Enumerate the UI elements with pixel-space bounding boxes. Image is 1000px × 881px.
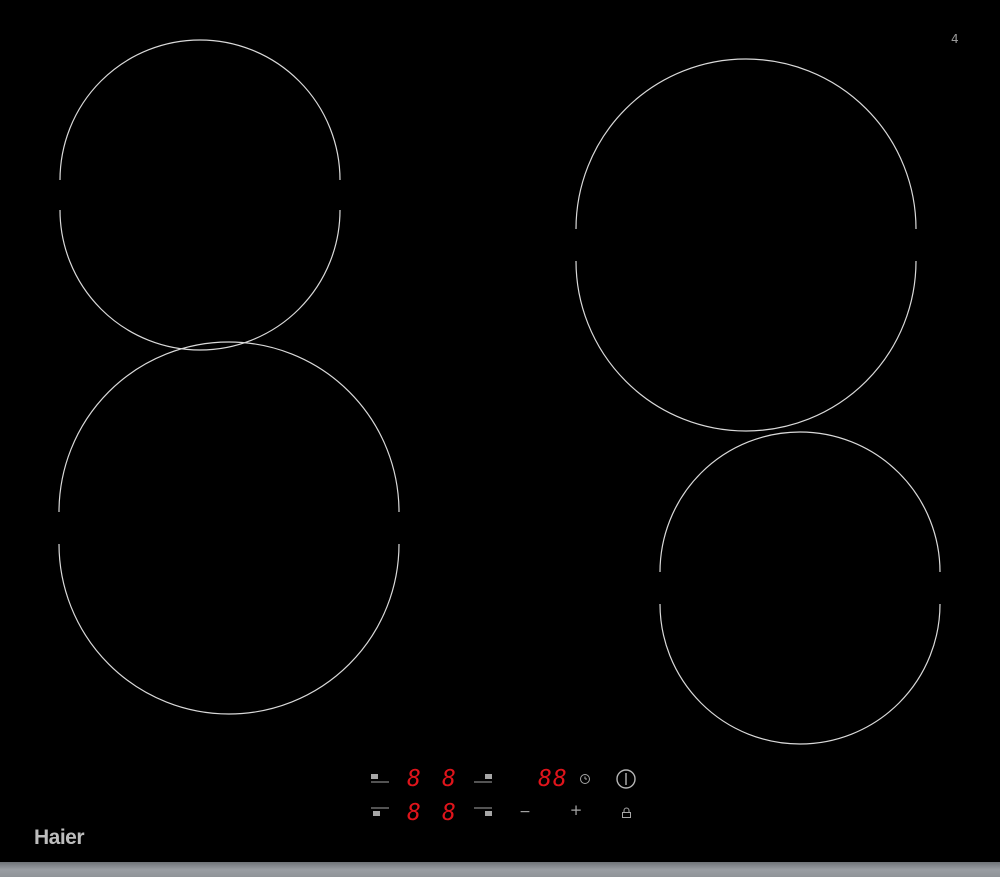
display-rear-right: 8 [442,766,457,792]
zone-select-icon[interactable] [371,774,389,783]
cooking-zone-rear-right[interactable] [575,58,917,432]
cooktop-frame-edge [0,862,1000,881]
cooktop-glass: 4 8 8 8 8 88 − + Haier [0,0,1000,862]
cooking-zone-front-right[interactable] [659,431,941,745]
zone-select-icon[interactable] [474,774,492,783]
display-front-right: 8 [442,800,457,826]
minus-button[interactable]: − [515,805,535,825]
clock-icon[interactable] [580,774,590,784]
display-front-left: 8 [407,800,422,826]
brand-logo: Haier [34,826,85,849]
plus-button[interactable]: + [566,803,586,823]
power-icon[interactable] [616,769,636,789]
lock-icon[interactable] [622,807,631,818]
zone-select-icon[interactable] [371,807,389,816]
cooking-zone-rear-left[interactable] [59,39,341,351]
brand-mark-icon: 4 [951,32,959,46]
cooking-zone-front-left[interactable] [58,341,400,715]
cooking-zones [58,39,941,818]
timer-display: 88 [538,766,568,792]
zone-select-icon[interactable] [474,807,492,816]
display-rear-left: 8 [407,766,422,792]
